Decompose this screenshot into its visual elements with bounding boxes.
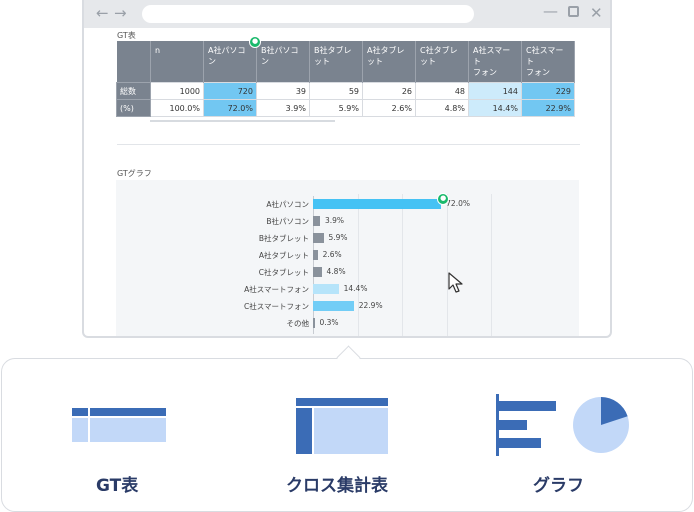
gt-column-header[interactable]: C社タブレット xyxy=(415,41,469,83)
browser-toolbar: ← → — ✕ xyxy=(84,0,610,28)
chart-bar-row: A社スマートフォン 14.4% xyxy=(116,282,579,296)
page-content: GT表 n A社パソコン B社パソコン B社タブレット A社タブレット C社タブレット A社… xyxy=(84,28,610,336)
gt-column-header-label: n xyxy=(155,46,161,55)
arrow-right-icon[interactable]: → xyxy=(114,5,127,21)
chart-bar-row: C社タブレット 4.8% xyxy=(116,265,579,279)
chart-category-label: A社パソコン xyxy=(266,200,309,209)
gt-column-header-label: C社スマート フォン xyxy=(526,46,564,77)
gt-column-header[interactable]: n xyxy=(150,41,204,83)
graph-section-title: GTグラフ xyxy=(117,169,152,178)
gt-cell[interactable]: 4.8% xyxy=(415,99,469,117)
chart-value-label: 0.3% xyxy=(319,318,339,327)
chart-bar[interactable] xyxy=(313,250,318,260)
gt-cell[interactable]: 3.9% xyxy=(256,99,310,117)
gt-section-title: GT表 xyxy=(117,31,136,40)
chart-category-label: A社タブレット xyxy=(258,251,309,260)
gt-cell[interactable]: 72.0% xyxy=(203,99,257,117)
chart-value-label: 5.9% xyxy=(328,233,348,242)
chart-bar-row: その他 0.3% xyxy=(116,316,579,330)
gt-cell[interactable]: 2.6% xyxy=(362,99,416,117)
option-gt-table-label[interactable]: GT表 xyxy=(96,471,138,496)
chart-bar[interactable] xyxy=(313,318,315,328)
horizontal-scrollbar[interactable] xyxy=(150,120,335,122)
gt-column-header[interactable]: B社タブレット xyxy=(309,41,363,83)
gt-cell[interactable]: 22.9% xyxy=(521,99,575,117)
chart-category-label: A社スマートフォン xyxy=(244,285,309,294)
chart-value-label: 3.9% xyxy=(324,216,344,225)
gt-cell[interactable]: 229 xyxy=(521,82,575,100)
chart-value-label: 2.6% xyxy=(322,250,342,259)
gt-column-header[interactable]: A社パソコン xyxy=(203,41,257,83)
gt-column-header-label: A社タブレット xyxy=(367,46,405,66)
section-divider xyxy=(117,144,580,145)
gt-cell[interactable]: 59 xyxy=(309,82,363,100)
chart-bar[interactable] xyxy=(313,284,339,294)
chart-category-label: C社スマートフォン xyxy=(243,302,309,311)
gt-table-icon xyxy=(72,408,166,442)
gt-column-header-label: B社タブレット xyxy=(314,46,352,66)
chart-bar-row: A社タブレット 2.6% xyxy=(116,248,579,262)
gt-table: n A社パソコン B社パソコン B社タブレット A社タブレット C社タブレット A社スマート… xyxy=(116,41,575,117)
gt-cell[interactable]: 39 xyxy=(256,82,310,100)
chart-bar-row: A社パソコン 72.0% ● xyxy=(116,193,579,211)
close-icon[interactable]: ✕ xyxy=(590,4,603,22)
address-bar[interactable] xyxy=(142,5,474,23)
chart-value-label: 22.9% xyxy=(358,301,383,310)
chart-bar[interactable] xyxy=(313,267,322,277)
gt-cell[interactable]: 5.9% xyxy=(309,99,363,117)
chart-category-label: その他 xyxy=(286,319,310,328)
gt-column-header[interactable]: A社スマート フォン xyxy=(468,41,522,83)
chart-bar[interactable] xyxy=(313,233,324,243)
chart-category-label: B社タブレット xyxy=(258,234,309,243)
gt-column-header[interactable]: B社パソコン xyxy=(256,41,310,83)
gt-column-header-label: B社パソコン xyxy=(261,46,299,66)
gt-cell[interactable]: 720 xyxy=(203,82,257,100)
chart-category-label: B社パソコン xyxy=(266,217,309,226)
graph-icon xyxy=(496,394,629,456)
chart-bar[interactable] xyxy=(313,216,320,226)
gt-header-row: n A社パソコン B社パソコン B社タブレット A社タブレット C社タブレット A社スマート… xyxy=(116,41,575,83)
gt-row-label: 総数 xyxy=(116,82,151,100)
option-cross-tab-label[interactable]: クロス集計表 xyxy=(286,471,388,496)
gt-column-header[interactable]: A社タブレット xyxy=(362,41,416,83)
gt-cell[interactable]: 14.4% xyxy=(468,99,522,117)
gt-cell[interactable]: 100.0% xyxy=(150,99,204,117)
gt-bar-chart: A社パソコン 72.0% ● B社パソコン 3.9% B社タブレット 5.9% A社タブレット… xyxy=(116,180,579,336)
gt-column-header-label: A社スマート フォン xyxy=(473,46,511,77)
gt-cell[interactable]: 1000 xyxy=(150,82,204,100)
gt-header-corner xyxy=(116,41,151,83)
mouse-cursor-icon xyxy=(448,272,463,293)
chart-category-label: C社タブレット xyxy=(258,268,309,277)
arrow-left-icon[interactable]: ← xyxy=(96,5,109,21)
gt-column-header-label: C社タブレット xyxy=(420,46,458,66)
gt-cell[interactable]: 144 xyxy=(468,82,522,100)
table-row: 総数 1000 720 39 59 26 48 144 229 xyxy=(116,82,575,100)
chart-bar[interactable] xyxy=(313,301,354,311)
table-row: (%) 100.0% 72.0% 3.9% 5.9% 2.6% 4.8% 14.4% 22.9% xyxy=(116,99,575,117)
option-gt-table[interactable] xyxy=(72,408,166,446)
chart-bar-row: B社パソコン 3.9% xyxy=(116,214,579,228)
gt-cell[interactable]: 48 xyxy=(415,82,469,100)
gt-column-header-label: A社パソコン xyxy=(208,46,246,66)
chart-bar-row: C社スマートフォン 22.9% xyxy=(116,299,579,313)
minimize-icon[interactable]: — xyxy=(543,2,558,20)
maximize-icon[interactable] xyxy=(568,6,579,17)
browser-window: ← → — ✕ GT表 n A社パソコン B社パソコン B社タブレット A社タブレット C… xyxy=(82,0,612,338)
chart-value-label: 14.4% xyxy=(343,284,368,293)
chart-bar[interactable] xyxy=(313,199,442,209)
chart-value-label: 4.8% xyxy=(326,267,346,276)
option-graph-label[interactable]: グラフ xyxy=(533,471,584,496)
cross-tab-icon xyxy=(296,398,388,454)
option-cross-tab[interactable] xyxy=(296,398,388,458)
chart-value-label: 72.0% xyxy=(446,199,470,208)
option-graph[interactable] xyxy=(496,394,632,460)
gt-column-header[interactable]: C社スマート フォン xyxy=(521,41,575,83)
chart-bar-row: B社タブレット 5.9% xyxy=(116,231,579,245)
user-badge-icon[interactable]: ● xyxy=(249,36,261,48)
gt-row-label: (%) xyxy=(116,99,151,117)
gt-cell[interactable]: 26 xyxy=(362,82,416,100)
